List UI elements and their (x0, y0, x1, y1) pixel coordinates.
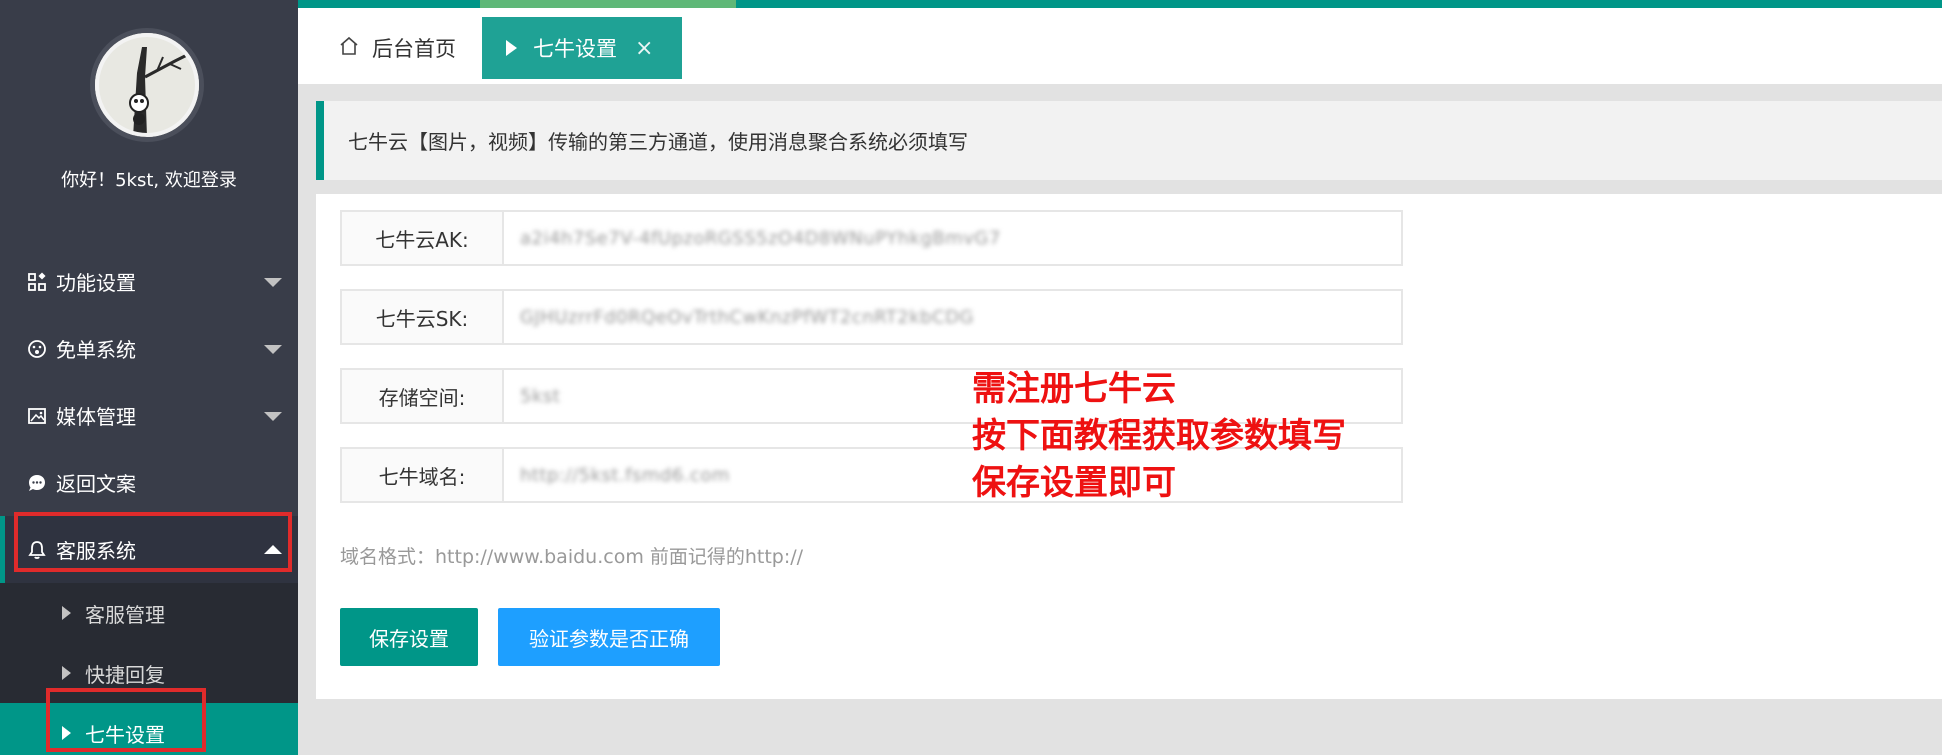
close-icon[interactable]: × (635, 36, 653, 61)
field-label: 存储空间: (342, 370, 504, 422)
chevron-down-icon (264, 344, 282, 354)
welcome-text: 你好！5kst, 欢迎登录 (61, 170, 237, 191)
chevron-down-icon (264, 411, 282, 421)
sidebar-item-label: 媒体管理 (56, 405, 136, 429)
home-icon (338, 35, 360, 62)
sidebar-item-media[interactable]: 媒体管理 (0, 382, 298, 449)
field-label: 七牛云AK: (342, 212, 504, 264)
tab-label: 七牛设置 (533, 37, 617, 61)
verify-button[interactable]: 验证参数是否正确 (498, 608, 720, 666)
sidebar-item-function-settings[interactable]: 功能设置 (0, 248, 298, 315)
tab-qiniu-settings[interactable]: 七牛设置 × (482, 17, 682, 79)
tab-home[interactable]: 后台首页 (338, 17, 456, 79)
notice-text: 七牛云【图片，视频】传输的第三方通道，使用消息聚合系统必须填写 (348, 130, 968, 154)
sidebar-item-label: 快捷回复 (85, 662, 165, 687)
sidebar-item-label: 返回文案 (56, 472, 136, 496)
chat-icon (26, 472, 48, 494)
triangle-right-icon (62, 666, 71, 680)
sidebar-subitem-cs-management[interactable]: 客服管理 (0, 583, 298, 643)
sidebar: 你好！5kst, 欢迎登录 功能设置 免单系统 媒体管理 返回文案 客服系统 客… (0, 0, 298, 755)
chevron-down-icon (264, 277, 282, 287)
annotation-line: 按下面教程获取参数填写 (972, 416, 1346, 456)
sidebar-item-free-order[interactable]: 免单系统 (0, 315, 298, 382)
triangle-right-icon (62, 726, 71, 740)
tab-bar: 后台首页 七牛设置 × (298, 0, 1942, 84)
field-label: 七牛域名: (342, 449, 504, 501)
top-accent-highlight (480, 0, 736, 8)
sidebar-subitem-quick-reply[interactable]: 快捷回复 (0, 643, 298, 703)
user-profile: 你好！5kst, 欢迎登录 (0, 0, 298, 248)
customer-service-submenu: 客服管理 快捷回复 七牛设置 (0, 583, 298, 755)
save-button[interactable]: 保存设置 (340, 608, 478, 666)
annotation-line: 需注册七牛云 (972, 369, 1176, 409)
sidebar-item-label: 七牛设置 (85, 722, 165, 747)
apps-icon (26, 271, 48, 293)
qiniu-sk-field: 七牛云SK: GJHUzrrFd0RQeOvTrthCwKnzPfWT2cnRT… (340, 289, 1403, 345)
bell-icon (26, 539, 48, 561)
face-icon (26, 338, 48, 360)
qiniu-ak-field: 七牛云AK: a2i4h7Se7V-4fUpzoRGSS5zO4D8WNuPYh… (340, 210, 1403, 266)
sidebar-item-label: 免单系统 (56, 338, 136, 362)
tab-label: 后台首页 (372, 37, 456, 61)
annotation-line: 保存设置即可 (972, 463, 1176, 503)
qiniu-sk-input[interactable]: GJHUzrrFd0RQeOvTrthCwKnzPfWT2cnRT2kbCDG (504, 291, 1401, 343)
qiniu-ak-input[interactable]: a2i4h7Se7V-4fUpzoRGSS5zO4D8WNuPYhkgBmvG7 (504, 212, 1401, 264)
chevron-up-icon (264, 544, 282, 554)
sidebar-item-reply-copy[interactable]: 返回文案 (0, 449, 298, 516)
picture-icon (26, 405, 48, 427)
sidebar-item-label: 客服管理 (85, 602, 165, 627)
notice-banner: 七牛云【图片，视频】传输的第三方通道，使用消息聚合系统必须填写 (316, 101, 1942, 180)
domain-format-hint: 域名格式：http://www.baidu.com 前面记得的http:// (340, 546, 804, 568)
sidebar-item-label: 客服系统 (56, 539, 136, 563)
qiniu-settings-form: 七牛云AK: a2i4h7Se7V-4fUpzoRGSS5zO4D8WNuPYh… (316, 194, 1942, 699)
field-label: 七牛云SK: (342, 291, 504, 343)
sidebar-subitem-qiniu-settings[interactable]: 七牛设置 (0, 703, 298, 755)
triangle-right-icon (506, 40, 517, 56)
triangle-right-icon (62, 606, 71, 620)
sidebar-item-label: 功能设置 (56, 271, 136, 295)
red-annotation: 需注册七牛云 按下面教程获取参数填写 保存设置即可 (972, 366, 1346, 507)
sidebar-menu: 功能设置 免单系统 媒体管理 返回文案 客服系统 客服管理 快捷回复 七牛设置 (0, 248, 298, 755)
sidebar-item-customer-service[interactable]: 客服系统 (0, 516, 298, 583)
avatar[interactable] (90, 28, 204, 142)
